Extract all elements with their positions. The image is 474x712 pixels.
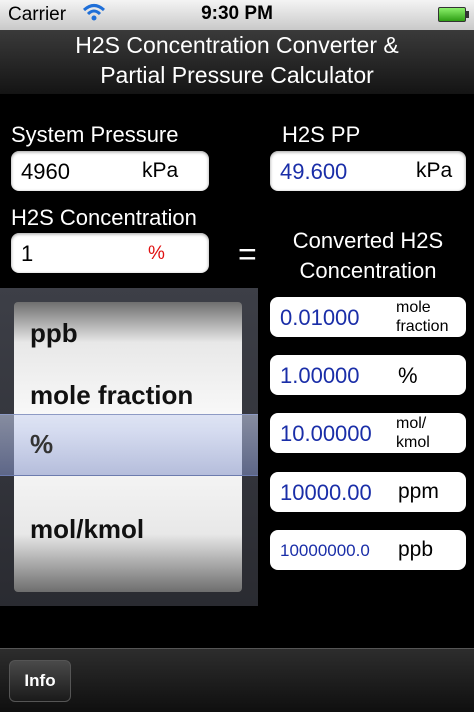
picker-item-mol-kmol[interactable]: mol/kmol <box>30 514 144 545</box>
picker-item-mole-fraction[interactable]: mole fraction <box>30 380 193 411</box>
result-ppm: 10000.00 ppm <box>270 472 466 512</box>
battery-icon <box>438 7 469 22</box>
page-title: H2S Concentration Converter & Partial Pr… <box>0 30 474 94</box>
converted-label-line-2: Concentration <box>299 258 437 283</box>
result-unit: % <box>398 363 418 388</box>
result-ppb: 10000000.0 ppb <box>270 530 466 570</box>
result-mole-fraction: 0.01000 mole fraction <box>270 297 466 337</box>
result-unit: ppb <box>398 538 434 561</box>
info-button[interactable]: Info <box>9 660 71 702</box>
result-percent: 1.00000 % <box>270 355 466 395</box>
result-value: 0.01000 <box>280 305 360 330</box>
h2s-concentration-field[interactable]: 1 % <box>11 233 209 273</box>
system-pressure-value: 4960 <box>21 159 70 184</box>
h2s-concentration-label: H2S Concentration <box>11 205 197 230</box>
result-unit-line-1: mol/ <box>396 415 427 432</box>
h2s-pp-value: 49.600 <box>280 159 348 184</box>
title-line-1: H2S Concentration Converter & <box>75 32 399 58</box>
status-bar: Carrier 9:30 PM <box>0 0 474 31</box>
result-mol-kmol: 10.00000 mol/ kmol <box>270 413 466 453</box>
h2s-pp-field: 49.600 kPa <box>270 151 466 191</box>
result-value: 10.00000 <box>280 421 372 446</box>
picker-selection-bar[interactable]: % <box>0 414 258 476</box>
converted-label-line-1: Converted H2S <box>292 228 444 253</box>
picker-item-percent[interactable]: % <box>30 429 53 460</box>
result-unit-line-1: mole <box>396 299 431 316</box>
h2s-concentration-value: 1 <box>21 241 34 266</box>
bottom-toolbar: Info <box>0 648 474 712</box>
unit-picker[interactable]: ppb mole fraction mol/kmol % <box>0 288 258 606</box>
system-pressure-unit: kPa <box>142 159 179 182</box>
h2s-pp-label: H2S PP <box>282 122 361 147</box>
result-unit: mole fraction <box>396 298 448 336</box>
title-line-2: Partial Pressure Calculator <box>100 62 374 88</box>
converted-label: Converted H2S Concentration <box>270 226 466 286</box>
system-pressure-label: System Pressure <box>11 122 179 147</box>
result-unit-line-2: kmol <box>396 434 430 451</box>
h2s-pp-unit: kPa <box>416 159 453 182</box>
result-value: 10000000.0 <box>280 541 370 560</box>
system-pressure-field[interactable]: 4960 kPa <box>11 151 209 191</box>
h2s-concentration-unit: % <box>148 243 165 264</box>
result-unit-line-2: fraction <box>396 318 449 335</box>
result-value: 1.00000 <box>280 363 360 388</box>
result-value: 10000.00 <box>280 480 372 505</box>
picker-item-ppb[interactable]: ppb <box>30 318 78 349</box>
equals-sign: = <box>238 236 257 272</box>
result-unit: ppm <box>398 480 439 503</box>
clock: 9:30 PM <box>201 3 273 24</box>
result-unit: mol/ kmol <box>396 414 430 452</box>
